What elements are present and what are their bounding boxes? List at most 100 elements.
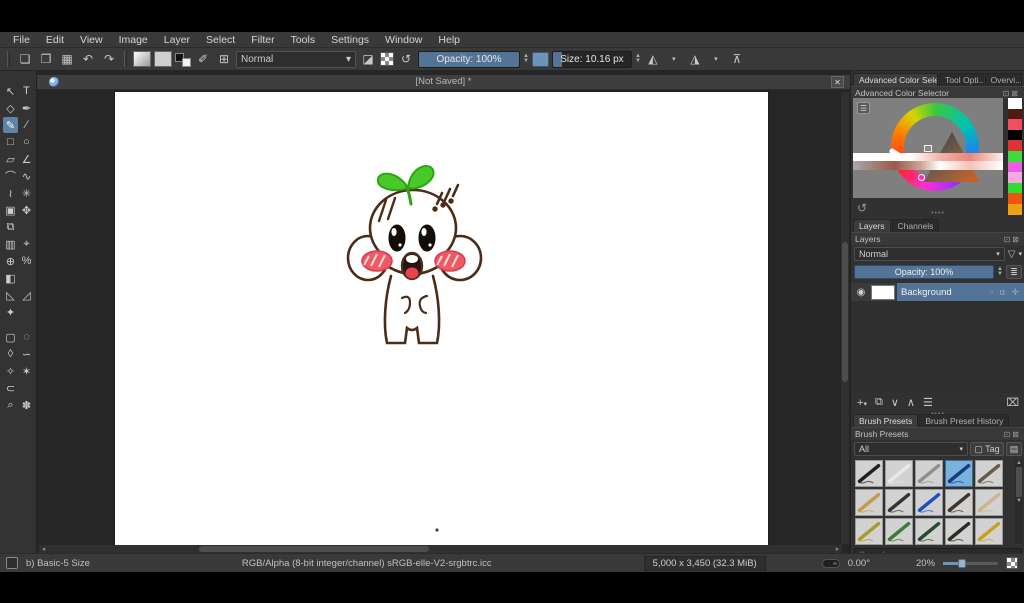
rect-select-tool[interactable]: ▢ (3, 329, 18, 345)
tag-button[interactable]: ▢ Tag (970, 442, 1004, 456)
similar-select-tool[interactable]: ✧ (3, 363, 18, 379)
presets-float-close-icons[interactable]: ⊡⊠ (1004, 430, 1021, 439)
history-swatch-5[interactable] (1008, 150, 1022, 162)
undo-button[interactable]: ↶ (79, 50, 97, 68)
preset-soft-brush[interactable] (885, 460, 913, 487)
freehand-path-tool[interactable]: ∿ (19, 168, 34, 184)
ellipse-tool[interactable]: ○ (19, 134, 34, 150)
layer-opacity-slider[interactable]: Opacity: 100% (854, 265, 995, 279)
layers-float-close-icons[interactable]: ⊡⊠ (1004, 235, 1021, 244)
menu-window[interactable]: Window (378, 33, 429, 47)
current-preset-icon[interactable] (6, 557, 18, 569)
layer-row-background[interactable]: ◉ Background ▫ α ✛ (851, 283, 1024, 301)
preset-display-mode-button[interactable]: ▤ (1006, 442, 1022, 456)
preset-marker-dark[interactable] (945, 489, 973, 516)
preset-pen-multi[interactable] (855, 518, 883, 545)
assistants-tool[interactable]: ◺ (3, 287, 18, 303)
add-layer-button[interactable]: +▾ (857, 397, 867, 409)
magnetic-select-tool[interactable]: ⊂ (3, 380, 18, 396)
history-swatch-7[interactable] (1008, 172, 1022, 183)
pan-tool[interactable]: ✽ (19, 397, 34, 413)
tab-layers[interactable]: Layers (853, 219, 891, 232)
hue-ring[interactable] (888, 103, 980, 191)
opacity-spinner[interactable]: ▲ ▼ (523, 53, 529, 64)
tab-brush-preset-history[interactable]: Brush Preset History (919, 414, 1010, 427)
layer-filter-arrow[interactable]: ▾ (1018, 250, 1022, 258)
menu-image[interactable]: Image (112, 33, 155, 47)
zoom-tool[interactable]: ⌕ (3, 397, 18, 413)
advanced-color-selector[interactable]: ☰ (853, 98, 1003, 198)
menu-edit[interactable]: Edit (39, 33, 71, 47)
mirror-h-options-arrow[interactable]: ▾ (665, 50, 683, 68)
preset-filter-combo[interactable]: All ▾ (854, 442, 968, 456)
history-swatch-1[interactable] (1008, 108, 1022, 120)
polygon-tool[interactable]: ▱ (3, 151, 18, 167)
tab-advanced-color-selector[interactable]: Advanced Color Selec... (853, 73, 939, 86)
opacity-slider[interactable]: Opacity: 100% (418, 50, 520, 68)
reference-images-tool[interactable]: ✦ (3, 304, 18, 320)
multibrush-tool[interactable]: ✳ (19, 185, 34, 201)
fg-bg-colors[interactable] (175, 51, 191, 67)
pattern-chooser[interactable] (154, 51, 172, 67)
horizontal-scrollbar[interactable]: ◂ ▸ (39, 545, 842, 553)
preset-ink-pen-25[interactable] (945, 460, 973, 487)
document-close-button[interactable]: ✕ (831, 76, 844, 88)
eraser-mode-button[interactable]: ◪ (359, 50, 377, 68)
bezier-select-tool[interactable]: ✶ (19, 363, 34, 379)
menu-settings[interactable]: Settings (324, 33, 376, 47)
new-document-button[interactable]: ❏ (16, 50, 34, 68)
flow-box[interactable] (531, 51, 549, 67)
vscroll-thumb[interactable] (842, 242, 848, 382)
tab-channels[interactable]: Channels (891, 219, 940, 232)
measure-tool[interactable]: ◿ (19, 287, 34, 303)
layer-opacity-spinner[interactable]: ▲ ▼ (997, 266, 1003, 277)
preset-pencil-4b[interactable] (885, 489, 913, 516)
move-layer-up-button[interactable]: ∧ (907, 396, 915, 409)
history-swatch-8[interactable] (1008, 182, 1022, 194)
open-document-button[interactable]: ❒ (37, 50, 55, 68)
layer-lock-icons[interactable]: ▫ α ✛ (990, 287, 1021, 298)
save-button[interactable]: ▦ (58, 50, 76, 68)
dynamic-brush-tool[interactable]: ≀ (3, 185, 18, 201)
menu-view[interactable]: View (73, 33, 110, 47)
tab-tool-options[interactable]: Tool Opti... (939, 73, 984, 86)
preset-marker-green[interactable] (915, 518, 943, 545)
layer-properties-button[interactable]: ☰ (923, 396, 933, 409)
duplicate-layer-button[interactable]: ⧉ (875, 396, 883, 409)
smart-patch-tool[interactable]: ⊕ (3, 253, 18, 269)
layer-blend-mode-combo[interactable]: Normal ▾ (854, 247, 1005, 261)
size-slider[interactable]: Size: 10.16 px (551, 50, 632, 68)
brush-editor-button[interactable]: ✐ (194, 50, 212, 68)
transform-select-tool[interactable]: ↖ (3, 83, 18, 99)
gradient-tool[interactable]: ▥ (3, 236, 18, 252)
color-sampler-tool[interactable]: ⌖ (19, 236, 34, 252)
mirror-v-options-arrow[interactable]: ▾ (707, 50, 725, 68)
preset-pencil-2b[interactable] (975, 460, 1003, 487)
mirror-vertical-button[interactable]: ◮ (686, 50, 704, 68)
preset-pencil-blue[interactable] (915, 489, 943, 516)
vertical-scrollbar[interactable] (841, 92, 849, 544)
layer-view-mode-button[interactable]: ≣ (1006, 265, 1022, 279)
lightness-bar[interactable] (853, 153, 1003, 161)
preset-pen-yellow[interactable] (975, 518, 1003, 545)
polyline-tool[interactable]: ∠ (19, 151, 34, 167)
calligraphy-tool[interactable]: ✒ (19, 100, 34, 116)
shade-bar[interactable] (853, 161, 1003, 170)
edit-shapes-tool[interactable]: ◇ (3, 100, 18, 116)
preset-pen-dark[interactable] (945, 518, 973, 545)
bezier-curve-tool[interactable]: ⌒ (3, 168, 18, 184)
tab-overview[interactable]: Overvi... (984, 73, 1022, 86)
layer-thumbnail[interactable] (871, 284, 895, 300)
history-swatch-6[interactable] (1008, 161, 1022, 173)
wraparound-mode-button[interactable]: ⊼ (728, 50, 746, 68)
gradient-chooser[interactable] (133, 51, 151, 67)
history-swatch-2[interactable] (1008, 119, 1022, 130)
tab-brush-presets[interactable]: Brush Presets (853, 414, 919, 427)
layer-visibility-icon[interactable]: ◉ (851, 287, 871, 298)
redo-button[interactable]: ↷ (100, 50, 118, 68)
preset-ink-pen[interactable] (855, 460, 883, 487)
text-tool[interactable]: T (19, 83, 34, 99)
zoom-slider[interactable] (943, 558, 999, 568)
freehand-select-tool[interactable]: ∽ (19, 346, 34, 362)
preset-pencil-hb[interactable] (855, 489, 883, 516)
